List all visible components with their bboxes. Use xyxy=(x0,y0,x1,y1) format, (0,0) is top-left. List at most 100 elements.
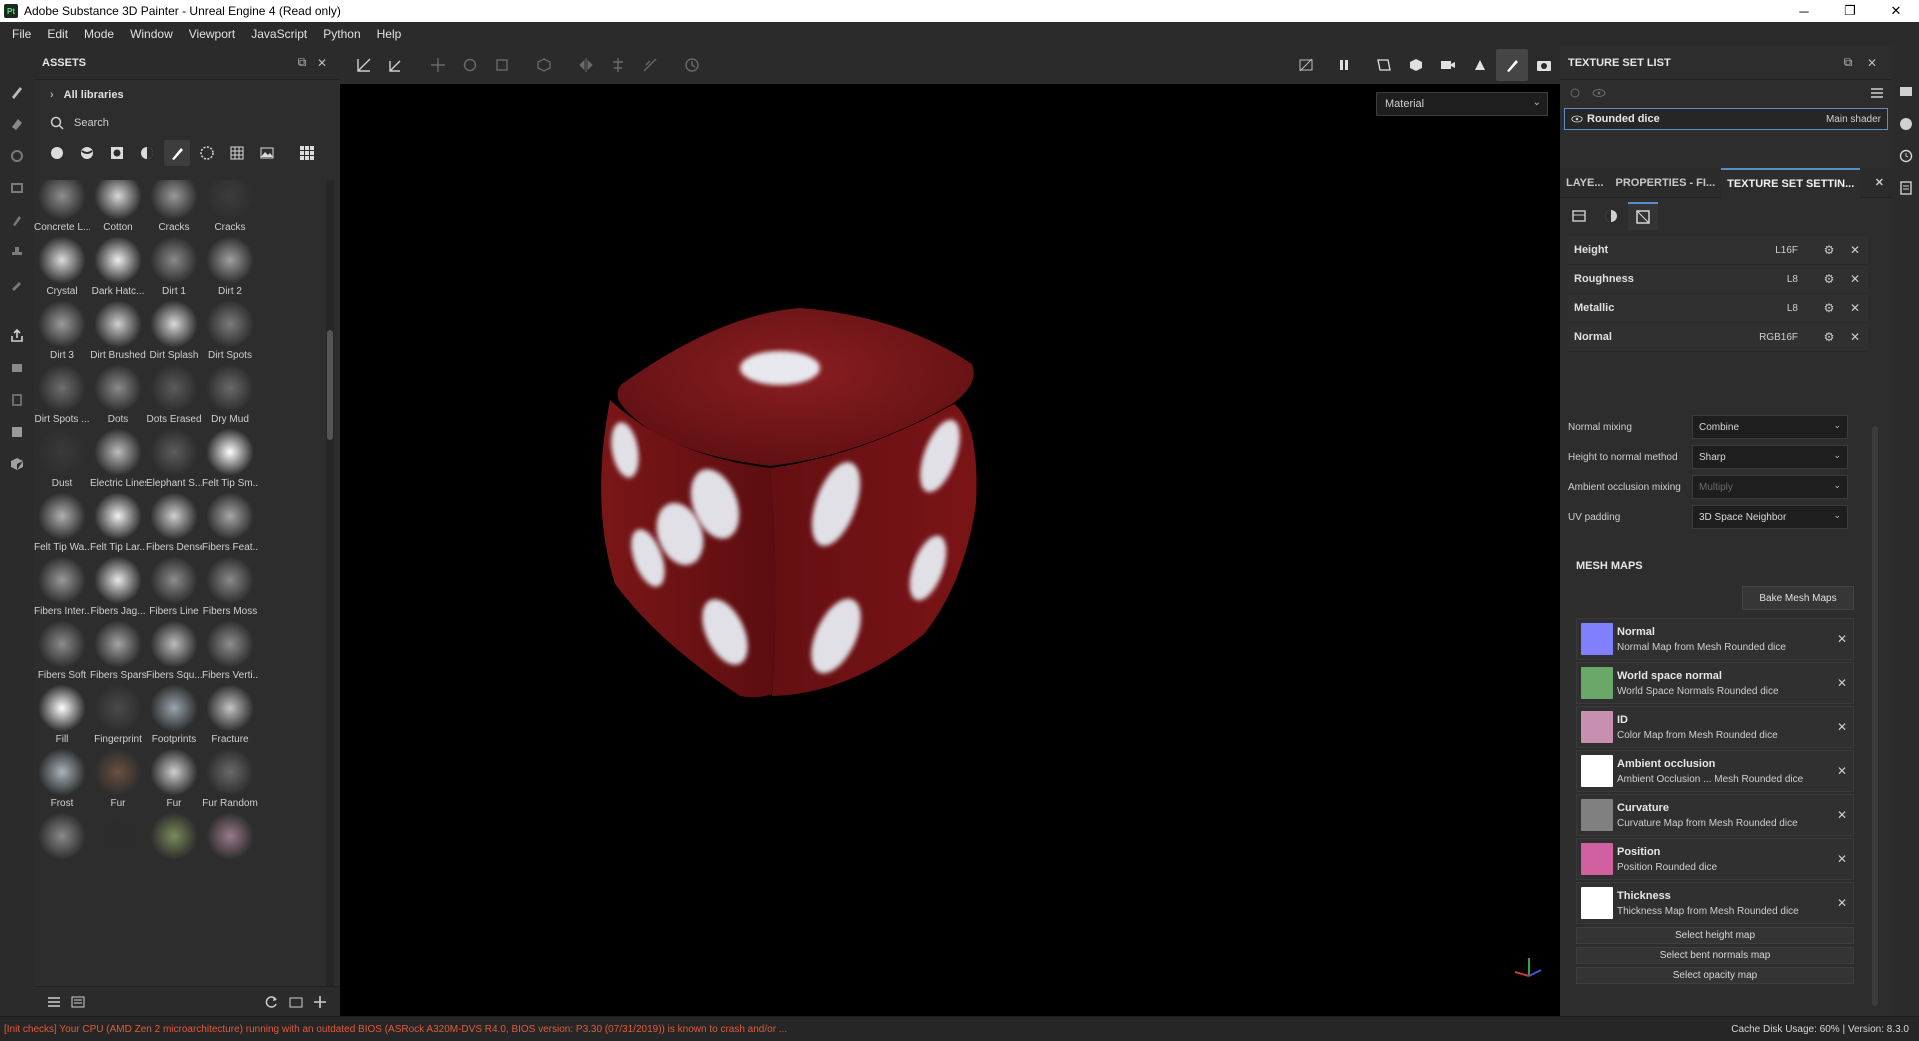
channel-row[interactable]: Normal RGB16F ⚙ ✕ xyxy=(1568,323,1868,352)
bake-tool[interactable] xyxy=(0,352,34,384)
mesh-map-row[interactable]: Thickness Thickness Map from Mesh Rounded… xyxy=(1576,882,1854,924)
select-map-button[interactable]: Select height map xyxy=(1576,927,1854,944)
close-icon[interactable]: ✕ xyxy=(1842,243,1868,257)
maximize-button[interactable]: ❐ xyxy=(1827,0,1873,22)
select-map-button[interactable]: Select bent normals map xyxy=(1576,947,1854,964)
color-picker-tool[interactable] xyxy=(0,268,34,300)
display-settings-button[interactable] xyxy=(1464,49,1496,81)
move-button[interactable] xyxy=(422,49,454,81)
setting-select[interactable]: 3D Space Neighbor ⌄ xyxy=(1692,505,1848,529)
undock-icon[interactable]: ⧉ xyxy=(292,55,312,70)
status-warning[interactable]: [Init checks] Your CPU (AMD Zen 2 microa… xyxy=(0,1024,1731,1035)
view-options[interactable] xyxy=(294,140,320,166)
list-view-button[interactable] xyxy=(42,990,66,1014)
setting-select[interactable]: Sharp ⌄ xyxy=(1692,445,1848,469)
channel-format[interactable]: RGB16F xyxy=(1738,332,1798,343)
close-icon[interactable]: ✕ xyxy=(312,56,332,70)
shader-name[interactable]: Main shader xyxy=(1826,114,1881,125)
mesh-map-row[interactable]: Ambient occlusion Ambient Occlusion ... M… xyxy=(1576,750,1854,792)
brush-thumbnail[interactable] xyxy=(146,810,202,888)
close-icon[interactable]: ✕ xyxy=(1831,632,1853,646)
close-icon[interactable]: ✕ xyxy=(1842,330,1868,344)
visibility-eye-icon[interactable] xyxy=(1571,113,1583,125)
library-selector[interactable]: › All libraries xyxy=(34,80,340,110)
subtab-material[interactable] xyxy=(1596,202,1626,230)
channel-format[interactable]: L8 xyxy=(1738,303,1798,314)
import-button[interactable] xyxy=(284,990,308,1014)
hide-ui-button[interactable] xyxy=(1290,49,1322,81)
symmetry-button[interactable] xyxy=(570,49,602,81)
filter-masks[interactable] xyxy=(104,140,130,166)
search-input[interactable]: Search xyxy=(34,110,340,136)
close-icon[interactable]: ✕ xyxy=(1831,896,1853,910)
lazy-mouse-button[interactable] xyxy=(634,49,666,81)
rotate-button[interactable] xyxy=(454,49,486,81)
select-map-button[interactable]: Select opacity map xyxy=(1576,967,1854,984)
assets-scrollbar[interactable] xyxy=(326,180,334,986)
paint-mode-button[interactable] xyxy=(1496,49,1528,81)
geometry-mask-tool[interactable] xyxy=(0,172,34,204)
eraser-tool[interactable] xyxy=(0,108,34,140)
layers-tool[interactable] xyxy=(0,416,34,448)
channel-row[interactable]: Metallic L8 ⚙ ✕ xyxy=(1568,294,1868,323)
menu-viewport[interactable]: Viewport xyxy=(181,27,243,41)
setting-select[interactable]: Multiply ⌄ xyxy=(1692,475,1848,499)
brush-thumbnail[interactable] xyxy=(202,810,258,888)
brush-thumbnail[interactable] xyxy=(90,810,146,888)
clone-tool[interactable] xyxy=(0,236,34,268)
close-icon[interactable]: ✕ xyxy=(1842,272,1868,286)
bake-mesh-maps-button[interactable]: Bake Mesh Maps xyxy=(1742,586,1854,610)
history-button[interactable] xyxy=(676,49,708,81)
right-panel-scrollbar[interactable] xyxy=(1872,426,1878,1006)
smudge-tool[interactable] xyxy=(0,204,34,236)
add-button[interactable] xyxy=(308,990,332,1014)
filter-environments[interactable] xyxy=(254,140,280,166)
texture-set-list-dock[interactable] xyxy=(1892,76,1919,108)
pause-button[interactable] xyxy=(1328,49,1360,81)
undock-icon[interactable]: ⧉ xyxy=(1836,55,1860,70)
menu-window[interactable]: Window xyxy=(122,27,181,41)
log-dock[interactable] xyxy=(1892,172,1919,204)
mesh-map-row[interactable]: ID Color Map from Mesh Rounded dice ✕ xyxy=(1576,706,1854,748)
close-icon[interactable]: ✕ xyxy=(1860,56,1884,70)
menu-mode[interactable]: Mode xyxy=(76,27,122,41)
setting-select[interactable]: Combine ⌄ xyxy=(1692,415,1848,439)
projection-tool[interactable] xyxy=(0,140,34,172)
viewport-mode-select[interactable]: Material ⌄ xyxy=(1376,92,1548,116)
camera-settings-button[interactable] xyxy=(1432,49,1464,81)
channel-format[interactable]: L16F xyxy=(1738,245,1798,256)
filter-particles[interactable] xyxy=(194,140,220,166)
close-icon[interactable]: ✕ xyxy=(1831,808,1853,822)
tab-properties[interactable]: PROPERTIES - FI... xyxy=(1610,168,1722,198)
align-button[interactable] xyxy=(602,49,634,81)
object-mode-button[interactable] xyxy=(528,49,560,81)
export-tool[interactable] xyxy=(0,320,34,352)
menu-file[interactable]: File xyxy=(4,27,39,41)
mesh-map-row[interactable]: Position Position Rounded dice ✕ xyxy=(1576,838,1854,880)
detail-view-button[interactable] xyxy=(66,990,90,1014)
close-icon[interactable]: ✕ xyxy=(1831,852,1853,866)
eye-dropper-icon[interactable] xyxy=(1568,86,1582,100)
transform-uv-options-button[interactable] xyxy=(380,49,412,81)
mesh-map-row[interactable]: World space normal World Space Normals Ro… xyxy=(1576,662,1854,704)
close-window-button[interactable]: ✕ xyxy=(1873,0,1919,22)
menu-edit[interactable]: Edit xyxy=(39,27,76,41)
close-icon[interactable]: ✕ xyxy=(1831,676,1853,690)
brush-thumbnail[interactable] xyxy=(34,810,90,888)
refresh-button[interactable] xyxy=(260,990,284,1014)
display-settings-dock[interactable] xyxy=(1892,108,1919,140)
filter-materials[interactable] xyxy=(44,140,70,166)
channel-format[interactable]: L8 xyxy=(1738,274,1798,285)
menu-javascript[interactable]: JavaScript xyxy=(243,27,315,41)
subtab-mesh[interactable] xyxy=(1628,202,1658,230)
menu-python[interactable]: Python xyxy=(315,27,368,41)
eye-icon[interactable] xyxy=(1592,86,1606,100)
history-dock[interactable] xyxy=(1892,140,1919,172)
close-icon[interactable]: ✕ xyxy=(1842,301,1868,315)
gear-icon[interactable]: ⚙ xyxy=(1816,330,1842,344)
tab-texture-set-settings[interactable]: TEXTURE SET SETTIN... xyxy=(1721,167,1861,198)
mesh-map-row[interactable]: Normal Normal Map from Mesh Rounded dice ✕ xyxy=(1576,618,1854,660)
mesh-map-row[interactable]: Curvature Curvature Map from Mesh Rounded… xyxy=(1576,794,1854,836)
menu-help[interactable]: Help xyxy=(369,27,410,41)
paint-tool[interactable] xyxy=(0,76,34,108)
